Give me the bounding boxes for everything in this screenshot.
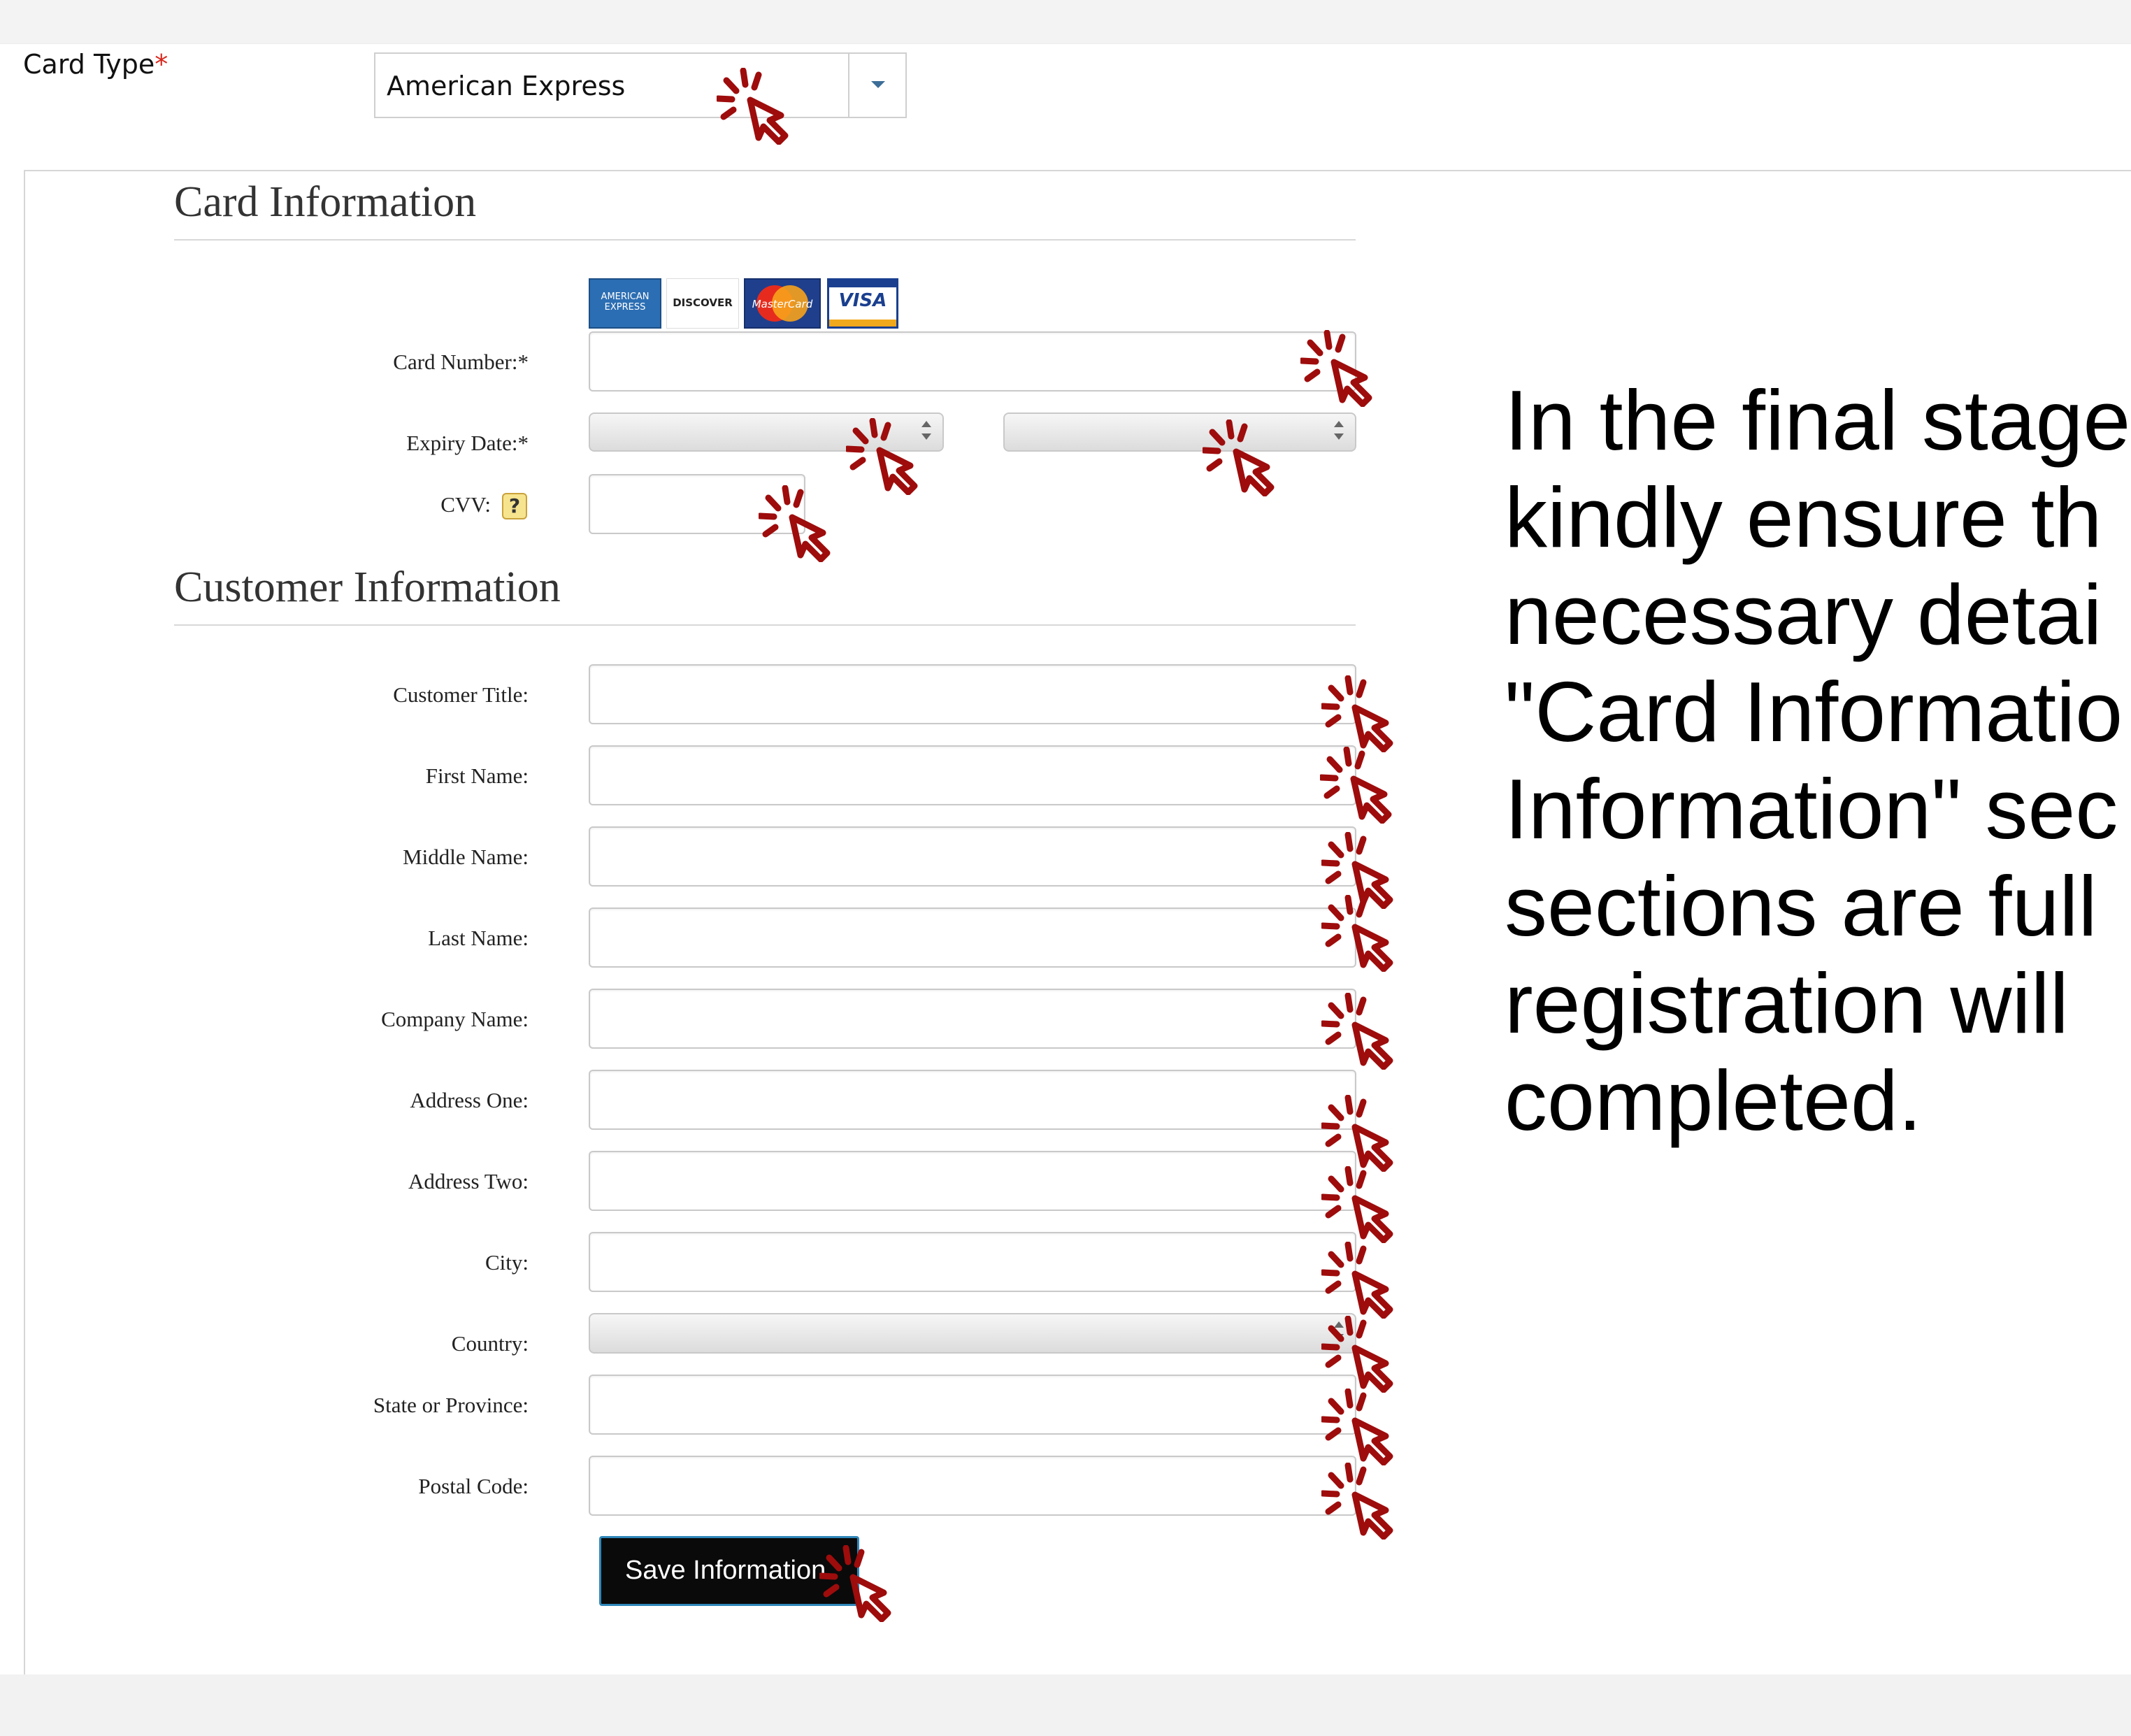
address-two-input[interactable] [589, 1151, 1356, 1211]
click-cursor-icon [819, 1545, 896, 1622]
instruction-line: Information" sec [1505, 761, 2118, 856]
cvv-label: CVV: [440, 492, 491, 517]
click-cursor-icon [1320, 747, 1397, 824]
click-cursor-icon [717, 68, 794, 145]
country-label: Country: [451, 1331, 529, 1356]
help-icon[interactable]: ? [502, 493, 527, 519]
click-cursor-icon [1321, 1389, 1398, 1465]
first-name-label: First Name: [425, 763, 529, 788]
svg-text:MasterCard: MasterCard [752, 298, 813, 310]
click-cursor-icon [1321, 1166, 1398, 1243]
click-cursor-icon [1321, 675, 1398, 752]
click-cursor-icon [1203, 419, 1279, 496]
card-information-heading: Card Information [174, 178, 477, 226]
card-number-label: Card Number:* [393, 350, 529, 374]
click-cursor-icon [1321, 1095, 1398, 1172]
instruction-line: "Card Informatio [1505, 664, 2123, 759]
bottom-bar [0, 1674, 2131, 1736]
expiry-year-select[interactable] [1003, 413, 1356, 452]
section-divider [174, 239, 1356, 241]
click-cursor-icon [1300, 330, 1377, 407]
middle-name-label: Middle Name: [403, 845, 529, 869]
address-one-input[interactable] [589, 1070, 1356, 1130]
instruction-line: registration will [1505, 956, 2069, 1051]
company-name-label: Company Name: [381, 1007, 529, 1031]
last-name-label: Last Name: [428, 926, 529, 950]
click-cursor-icon [1321, 895, 1398, 972]
instruction-line: In the final stage [1505, 373, 2131, 468]
top-bar [0, 0, 2131, 44]
amex-logo: AMERICAN EXPRESS [589, 278, 661, 329]
click-cursor-icon [759, 485, 835, 562]
city-input[interactable] [589, 1232, 1356, 1292]
chevron-down-icon[interactable] [848, 54, 905, 117]
postal-code-input[interactable] [589, 1456, 1356, 1516]
mastercard-logo: MasterCard [744, 278, 821, 329]
company-name-input[interactable] [589, 989, 1356, 1049]
customer-information-heading: Customer Information [174, 564, 561, 611]
click-cursor-icon [1321, 1463, 1398, 1540]
section-divider [174, 624, 1356, 626]
card-type-label: Card Type* [23, 49, 168, 80]
instruction-line: sections are full [1505, 859, 2097, 954]
card-number-input[interactable] [589, 331, 1356, 392]
postal-code-label: Postal Code: [418, 1474, 529, 1498]
city-label: City: [485, 1250, 529, 1275]
address-one-label: Address One: [410, 1088, 529, 1112]
discover-logo: DISCOVER [666, 278, 739, 329]
select-arrows-icon [1334, 419, 1345, 446]
expiry-date-label: Expiry Date:* [406, 431, 529, 455]
required-asterisk: * [155, 49, 168, 80]
instruction-line: kindly ensure th [1505, 470, 2102, 565]
visa-logo: VISA [827, 278, 898, 329]
instruction-text: In the final stage kindly ensure th nece… [1505, 372, 2130, 1149]
state-province-input[interactable] [589, 1375, 1356, 1435]
instruction-line: completed. [1505, 1053, 1922, 1148]
card-type-selected-value: American Express [387, 71, 626, 101]
click-cursor-icon [846, 418, 923, 495]
state-province-label: State or Province: [373, 1393, 529, 1417]
address-two-label: Address Two: [408, 1169, 529, 1193]
instruction-line: necessary detai [1505, 567, 2102, 662]
click-cursor-icon [1321, 993, 1398, 1070]
middle-name-input[interactable] [589, 826, 1356, 887]
customer-title-input[interactable] [589, 664, 1356, 724]
mastercard-circles-icon: MasterCard [752, 285, 813, 322]
first-name-input[interactable] [589, 745, 1356, 805]
customer-title-label: Customer Title: [393, 682, 529, 707]
country-select[interactable] [589, 1313, 1356, 1354]
last-name-input[interactable] [589, 908, 1356, 968]
click-cursor-icon [1321, 1242, 1398, 1319]
click-cursor-icon [1321, 1316, 1398, 1393]
card-type-select[interactable]: American Express [374, 52, 907, 118]
select-arrows-icon [921, 419, 933, 446]
